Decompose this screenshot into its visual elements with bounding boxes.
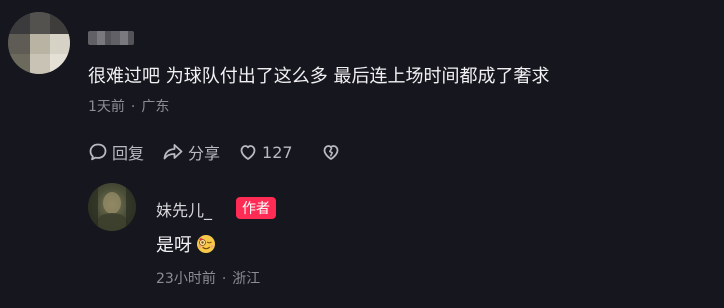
- comment-location: 广东: [141, 99, 170, 115]
- author-badge: 作者: [236, 197, 276, 219]
- avatar[interactable]: [8, 12, 70, 74]
- reply-username[interactable]: 妹先儿_: [156, 197, 212, 221]
- like-button[interactable]: 127: [238, 142, 293, 162]
- chat-bubble-icon: [89, 143, 107, 161]
- flirty-wink-emoji-icon: [197, 235, 215, 253]
- reply-button[interactable]: 回复: [88, 140, 144, 164]
- reply-avatar[interactable]: [88, 183, 136, 231]
- reply-meta: 23小时前 · 浙江: [156, 268, 260, 288]
- heart-icon: [240, 145, 256, 160]
- reply-text-row: 是呀: [156, 231, 216, 257]
- comment-actions: 回复 分享 127: [88, 140, 359, 164]
- share-label: 分享: [188, 144, 221, 163]
- share-arrow-icon: [163, 144, 183, 160]
- separator-dot: ·: [130, 99, 136, 115]
- dislike-button[interactable]: [321, 142, 341, 162]
- username-blurred[interactable]: [88, 31, 134, 45]
- avatar-photo: [88, 183, 136, 231]
- comment-text: 很难过吧 为球队付出了这么多 最后连上场时间都成了奢求: [88, 66, 550, 87]
- comment-meta: 1天前 · 广东: [88, 96, 169, 116]
- share-button[interactable]: 分享: [162, 140, 220, 164]
- comment-time: 1天前: [88, 99, 125, 115]
- like-count: 127: [262, 142, 293, 162]
- separator-dot: ·: [221, 271, 227, 287]
- reply-text: 是呀: [156, 235, 192, 256]
- broken-heart-icon: [323, 145, 338, 160]
- reply-time: 23小时前: [156, 271, 216, 287]
- reply-label: 回复: [112, 144, 145, 163]
- reply-location: 浙江: [232, 271, 261, 287]
